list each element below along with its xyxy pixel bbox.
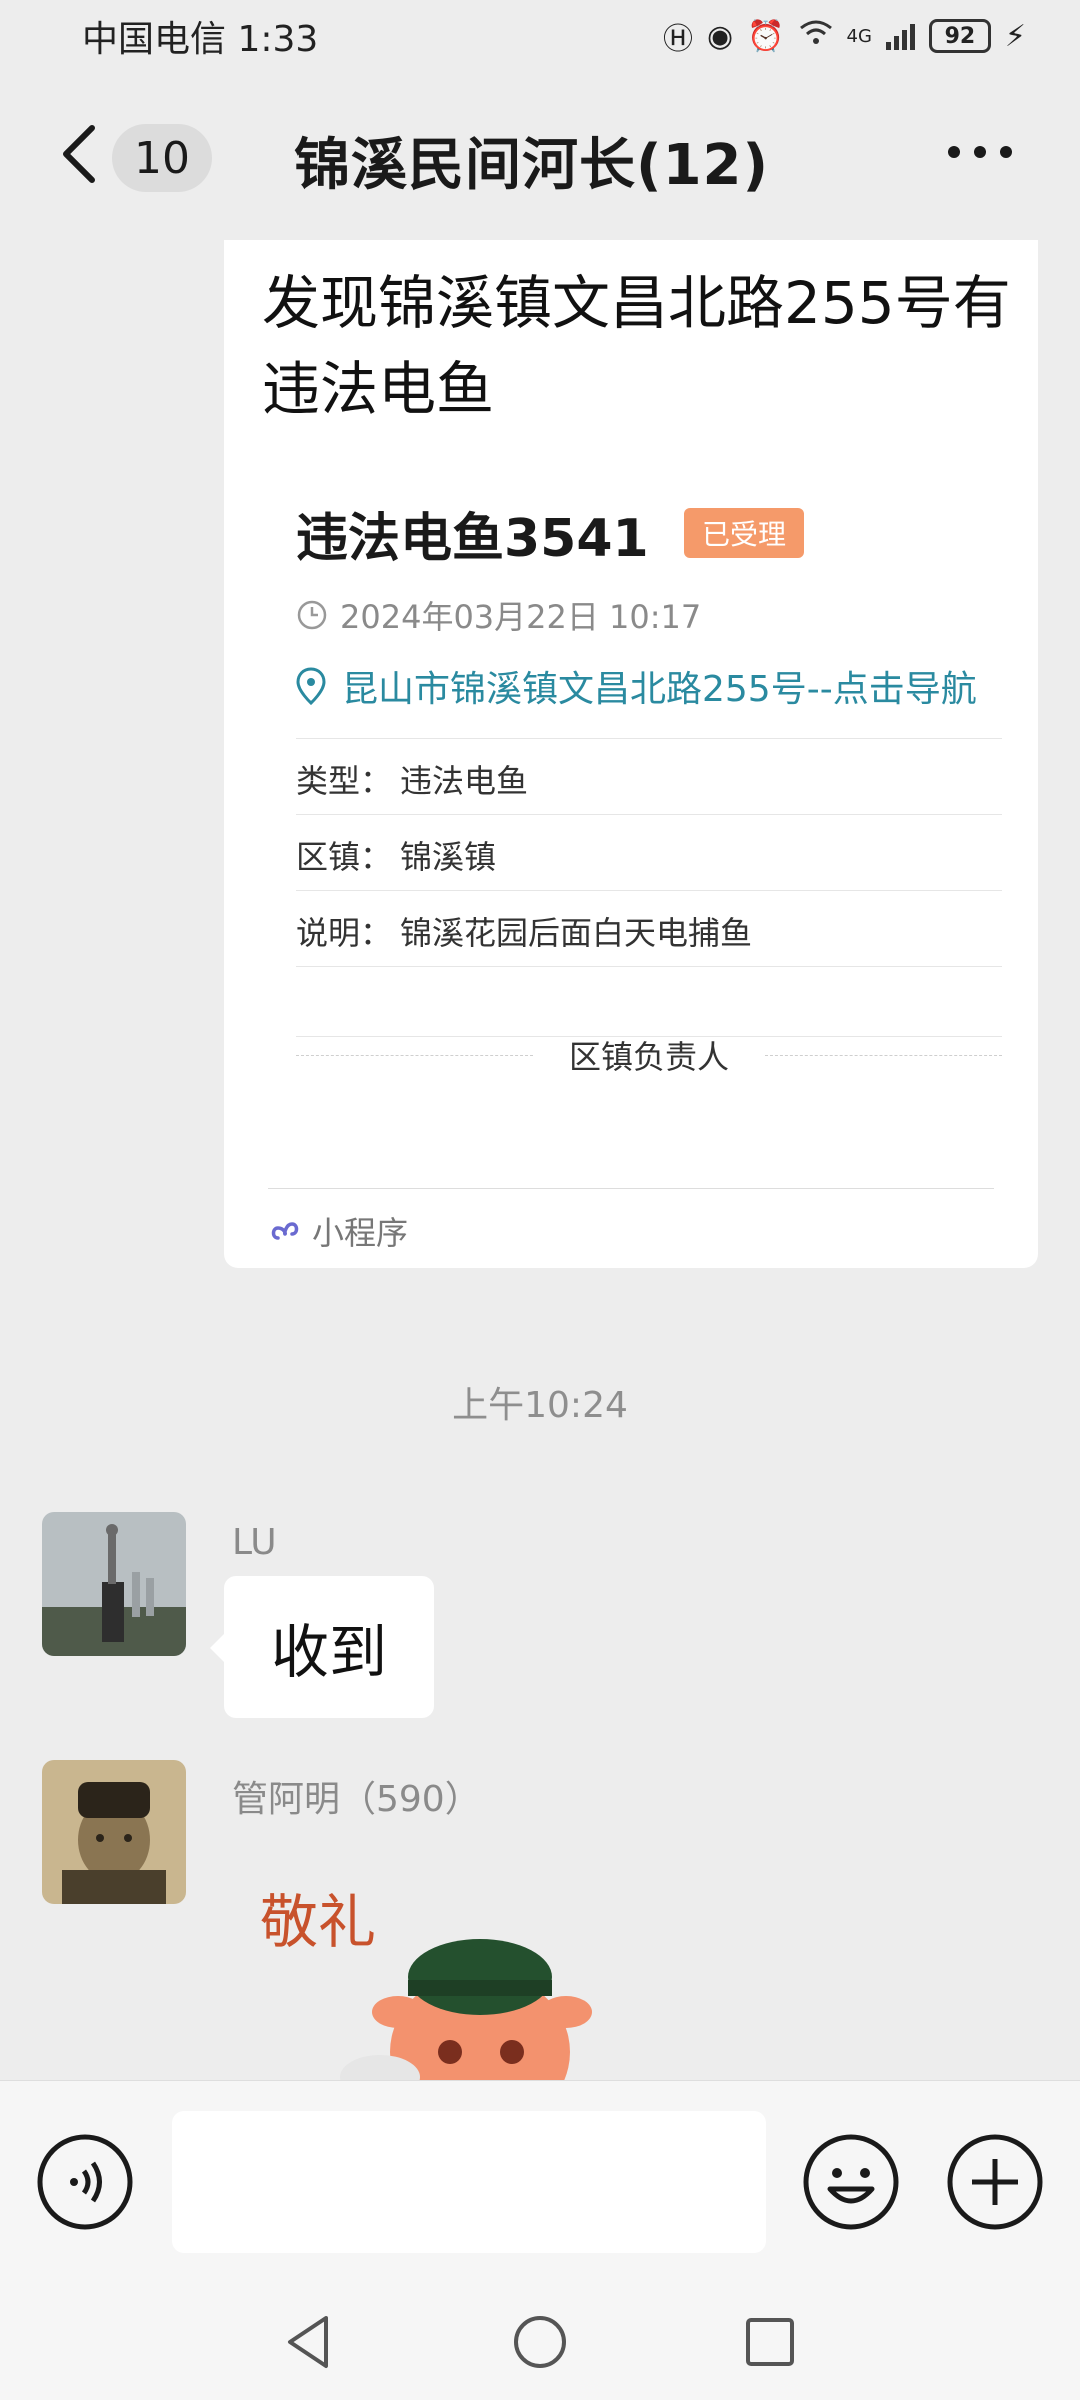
divider xyxy=(296,738,1002,739)
battery-level: 92 xyxy=(944,23,976,49)
status-icons: Ⓗ ◉ ⏰ 4G 92 ⚡ xyxy=(663,14,1026,58)
sticker-caption: 敬礼 xyxy=(260,1888,376,1956)
location-icon xyxy=(296,667,326,705)
sticker-image[interactable]: 敬礼 xyxy=(250,1862,630,2080)
avatar[interactable] xyxy=(42,1760,186,1904)
status-bar: 中国电信 1:33 Ⓗ ◉ ⏰ 4G 92 ⚡ xyxy=(0,0,1080,72)
network-type: 4G xyxy=(846,25,872,47)
responsible-label: 区镇负责人 xyxy=(569,1038,730,1076)
nav-back-icon xyxy=(288,2316,328,2368)
emoji-button[interactable] xyxy=(802,2133,900,2231)
message-bubble[interactable]: 收到 xyxy=(210,1576,434,1718)
address-text: 昆山市锦溪镇文昌北路255号--点击导航 xyxy=(342,669,977,710)
more-button[interactable] xyxy=(948,146,1012,158)
field-type: 类型： 违法电鱼 xyxy=(296,756,528,802)
card-footer-divider xyxy=(268,1188,994,1189)
mini-program-card[interactable]: 发现锦溪镇文昌北路255号有违法电鱼 违法电鱼3541 已受理 2024年03月… xyxy=(224,240,1038,1268)
carrier-time: 中国电信 1:33 xyxy=(82,19,319,60)
message-timestamp: 上午10:24 xyxy=(452,1385,628,1426)
avatar[interactable] xyxy=(42,1512,186,1656)
field-town: 区镇： 锦溪镇 xyxy=(296,832,496,878)
eye-icon: ◉ xyxy=(706,18,734,54)
sender-name: LU xyxy=(232,1522,277,1563)
chat-header: 10 锦溪民间河长(12) xyxy=(0,72,1080,240)
hd-icon: Ⓗ xyxy=(662,22,693,57)
field-value: 锦溪花园后面白天电捕鱼 xyxy=(400,914,753,952)
message-text: 收到 xyxy=(270,1618,387,1686)
field-key: 区镇： xyxy=(296,838,393,876)
emoji-icon xyxy=(803,2134,899,2230)
divider xyxy=(296,966,1002,967)
nav-recent-icon xyxy=(746,2318,794,2366)
message-input[interactable] xyxy=(172,2111,766,2253)
input-bar xyxy=(0,2080,1080,2284)
signal-icon xyxy=(885,22,915,50)
voice-icon xyxy=(37,2134,133,2230)
clock-icon xyxy=(297,600,327,630)
nav-back-button[interactable] xyxy=(278,2310,342,2374)
back-button[interactable] xyxy=(56,124,106,184)
battery-icon: 92 xyxy=(928,19,991,53)
system-nav-bar xyxy=(0,2284,1080,2400)
field-key: 说明： xyxy=(296,914,393,952)
card-headline: 发现锦溪镇文昌北路255号有违法电鱼 xyxy=(262,269,1011,423)
nav-home-button[interactable] xyxy=(508,2310,572,2374)
report-title: 违法电鱼3541 xyxy=(296,509,649,569)
back-icon xyxy=(63,125,95,183)
wifi-icon xyxy=(799,18,833,54)
charging-icon: ⚡ xyxy=(1004,18,1026,54)
field-value: 违法电鱼 xyxy=(400,762,529,800)
chat-area[interactable]: 发现锦溪镇文昌北路255号有违法电鱼 违法电鱼3541 已受理 2024年03月… xyxy=(0,240,1080,2080)
nav-home-icon xyxy=(514,2316,566,2368)
chat-title: 锦溪民间河长(12) xyxy=(294,133,770,198)
mini-program-icon xyxy=(271,1222,299,1240)
divider xyxy=(296,890,1002,891)
sender-name: 管阿明（590） xyxy=(232,1779,481,1820)
unread-count-badge[interactable]: 10 xyxy=(112,124,212,192)
mini-program-label: 小程序 xyxy=(312,1214,409,1252)
status-badge: 已受理 xyxy=(684,508,805,558)
voice-button[interactable] xyxy=(36,2133,134,2231)
field-value: 锦溪镇 xyxy=(400,838,497,876)
mini-program-label-row: 小程序 xyxy=(268,1208,408,1254)
field-key: 类型： xyxy=(296,762,393,800)
alarm-icon: ⏰ xyxy=(747,18,785,54)
plus-icon xyxy=(947,2134,1043,2230)
divider xyxy=(296,814,1002,815)
report-datetime: 2024年03月22日 10:17 xyxy=(340,598,702,636)
field-description: 说明： 锦溪花园后面白天电捕鱼 xyxy=(296,908,752,954)
more-icon xyxy=(948,146,960,158)
responsible-row: 区镇负责人 xyxy=(296,1030,1003,1080)
address-link[interactable]: 昆山市锦溪镇文昌北路255号--点击导航 xyxy=(296,660,977,712)
nav-recent-button[interactable] xyxy=(738,2310,802,2374)
report-time-row: 2024年03月22日 10:17 xyxy=(296,592,701,638)
more-actions-button[interactable] xyxy=(946,2133,1044,2231)
